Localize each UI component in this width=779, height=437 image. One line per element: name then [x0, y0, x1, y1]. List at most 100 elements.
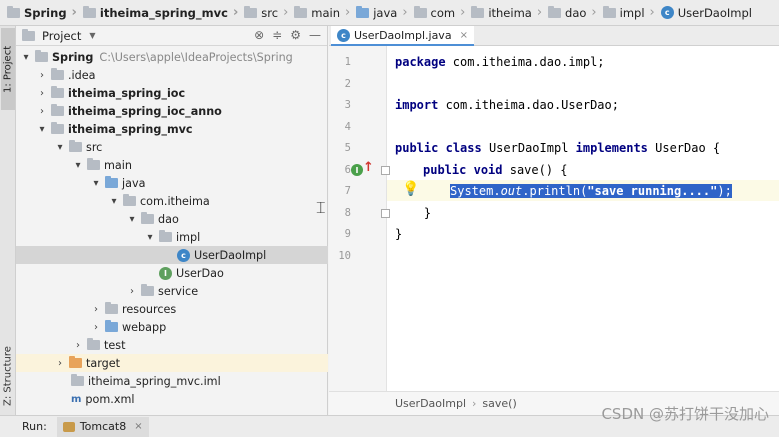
- tomcat-icon: [62, 421, 75, 432]
- chevron-right-icon[interactable]: ›: [90, 304, 102, 315]
- crumb-spring[interactable]: Spring ›: [4, 0, 80, 26]
- tree-item-module-ioc[interactable]: › itheima_spring_ioc: [16, 84, 328, 102]
- gear-icon[interactable]: ⚙: [290, 28, 301, 42]
- navigate-up-arrow-icon[interactable]: ↑: [363, 160, 374, 175]
- crumb-java[interactable]: java ›: [353, 0, 410, 26]
- project-tool-tab[interactable]: 1: Project: [1, 28, 15, 110]
- hide-panel-icon[interactable]: —: [309, 28, 321, 42]
- project-icon: [22, 28, 35, 41]
- chevron-right-icon: ›: [402, 5, 408, 20]
- close-icon[interactable]: ×: [134, 421, 142, 432]
- tree-item-module-ioc-anno[interactable]: › itheima_spring_ioc_anno: [16, 102, 328, 120]
- tree-item-impl[interactable]: ▾ impl: [16, 228, 328, 246]
- module-folder-icon: [51, 122, 64, 134]
- crumb-main[interactable]: main ›: [291, 0, 353, 26]
- run-tab-tomcat[interactable]: Tomcat8 ×: [56, 416, 149, 437]
- structure-tool-tab[interactable]: Z: Structure: [1, 338, 15, 414]
- code-line-7: System.out.println("save running....");: [450, 184, 732, 198]
- folder-icon: [35, 50, 48, 62]
- source-folder-icon: [356, 5, 370, 18]
- line-number: 4: [344, 121, 351, 133]
- crumb-impl[interactable]: impl ›: [600, 0, 658, 26]
- package-icon: [548, 5, 562, 18]
- fold-marker-icon[interactable]: [381, 209, 390, 218]
- chevron-right-icon[interactable]: ›: [54, 358, 66, 369]
- crumb-src[interactable]: src ›: [241, 0, 291, 26]
- chevron-right-icon: ›: [232, 5, 239, 20]
- tree-item-idea[interactable]: › .idea: [16, 66, 328, 84]
- tab-userdaoimpl[interactable]: c UserDaoImpl.java ×: [331, 26, 474, 46]
- tree-item-userdaoimpl[interactable]: c UserDaoImpl: [16, 246, 328, 264]
- editor-gutter: 1 2 3 4 5 6 7 8 9 10 I ↑: [329, 46, 390, 391]
- tree-item-main[interactable]: ▾ main: [16, 156, 328, 174]
- tree-item-src[interactable]: ▾ src: [16, 138, 328, 156]
- folder-icon: [87, 158, 100, 170]
- folder-icon: [82, 5, 96, 18]
- chevron-down-icon[interactable]: ▾: [20, 52, 32, 63]
- chevron-down-icon[interactable]: ▼: [89, 31, 95, 40]
- chevron-right-icon: ›: [460, 5, 466, 20]
- tree-item-java[interactable]: ▾ java: [16, 174, 328, 192]
- chevron-down-icon[interactable]: ▾: [72, 160, 84, 171]
- iml-file-icon: [71, 374, 84, 386]
- crumb-userdaoimpl[interactable]: c UserDaoImpl: [658, 0, 755, 26]
- tree-item-service[interactable]: › service: [16, 282, 328, 300]
- code-line-6: public void save() {: [423, 163, 568, 177]
- editor-crumb-class[interactable]: UserDaoImpl: [395, 397, 466, 410]
- chevron-right-icon: ›: [536, 5, 543, 20]
- chevron-down-icon[interactable]: ▾: [108, 196, 120, 207]
- tree-item-iml[interactable]: itheima_spring_mvc.iml: [16, 372, 328, 390]
- lightbulb-icon[interactable]: 💡: [402, 181, 419, 197]
- chevron-down-icon[interactable]: ▾: [144, 232, 156, 243]
- chevron-right-icon[interactable]: ›: [126, 286, 138, 297]
- tree-item-webapp[interactable]: › webapp: [16, 318, 328, 336]
- package-icon: [602, 5, 616, 18]
- package-icon: [141, 284, 154, 296]
- run-label: Run:: [22, 420, 47, 433]
- editor-crumb-method[interactable]: save(): [482, 397, 516, 410]
- chevron-right-icon[interactable]: ›: [90, 322, 102, 333]
- code-editor[interactable]: 1 2 3 4 5 6 7 8 9 10 I ↑ 💡 package com.i…: [329, 46, 779, 391]
- chevron-right-icon[interactable]: ›: [36, 70, 48, 81]
- chevron-right-icon[interactable]: ›: [72, 340, 84, 351]
- chevron-down-icon[interactable]: ▾: [90, 178, 102, 189]
- chevron-down-icon[interactable]: ▾: [126, 214, 138, 225]
- line-number: 5: [344, 142, 351, 154]
- code-line-9: }: [395, 227, 403, 241]
- code-line-1: package com.itheima.dao.impl;: [395, 55, 605, 69]
- excluded-folder-icon: [69, 356, 82, 368]
- crumb-dao[interactable]: dao ›: [545, 0, 600, 26]
- chevron-right-icon: ›: [345, 5, 351, 20]
- left-tool-strip: 1: Project Z: Structure: [0, 26, 16, 415]
- tree-item-test[interactable]: › test: [16, 336, 328, 354]
- tree-item-dao[interactable]: ▾ dao: [16, 210, 328, 228]
- line-number: 10: [338, 250, 351, 262]
- implements-interface-icon[interactable]: I: [351, 164, 363, 176]
- tree-item-spring[interactable]: ▾ Spring C:\Users\apple\IdeaProjects\Sprin…: [16, 48, 328, 66]
- tree-item-target[interactable]: › target: [16, 354, 328, 372]
- module-folder-icon: [51, 104, 64, 116]
- crumb-module[interactable]: itheima_spring_mvc ›: [80, 0, 241, 26]
- tree-item-com-itheima[interactable]: ▾ com.itheima: [16, 192, 328, 210]
- collapse-all-icon[interactable]: ≑: [272, 28, 282, 42]
- line-number: 8: [344, 207, 351, 219]
- close-icon[interactable]: ×: [460, 30, 468, 41]
- folder-icon: [105, 302, 118, 314]
- tree-item-pom[interactable]: m pom.xml: [16, 390, 328, 408]
- chevron-down-icon[interactable]: ▾: [54, 142, 66, 153]
- tree-item-module-mvc[interactable]: ▾ itheima_spring_mvc: [16, 120, 328, 138]
- line-number: 6: [344, 164, 351, 176]
- chevron-right-icon[interactable]: ›: [36, 106, 48, 117]
- chevron-right-icon[interactable]: ›: [36, 88, 48, 99]
- crumb-com[interactable]: com ›: [411, 0, 469, 26]
- tree-item-resources[interactable]: › resources: [16, 300, 328, 318]
- folder-icon: [7, 5, 20, 18]
- project-view-selector[interactable]: Project: [42, 29, 81, 43]
- scroll-from-source-icon[interactable]: ⊗: [254, 28, 264, 42]
- fold-marker-icon[interactable]: [381, 166, 390, 175]
- class-icon: c: [177, 248, 190, 262]
- crumb-itheima[interactable]: itheima ›: [468, 0, 545, 26]
- selected-code[interactable]: System.out.println("save running....");: [450, 184, 732, 198]
- chevron-down-icon[interactable]: ▾: [36, 124, 48, 135]
- tree-item-userdao[interactable]: I UserDao: [16, 264, 328, 282]
